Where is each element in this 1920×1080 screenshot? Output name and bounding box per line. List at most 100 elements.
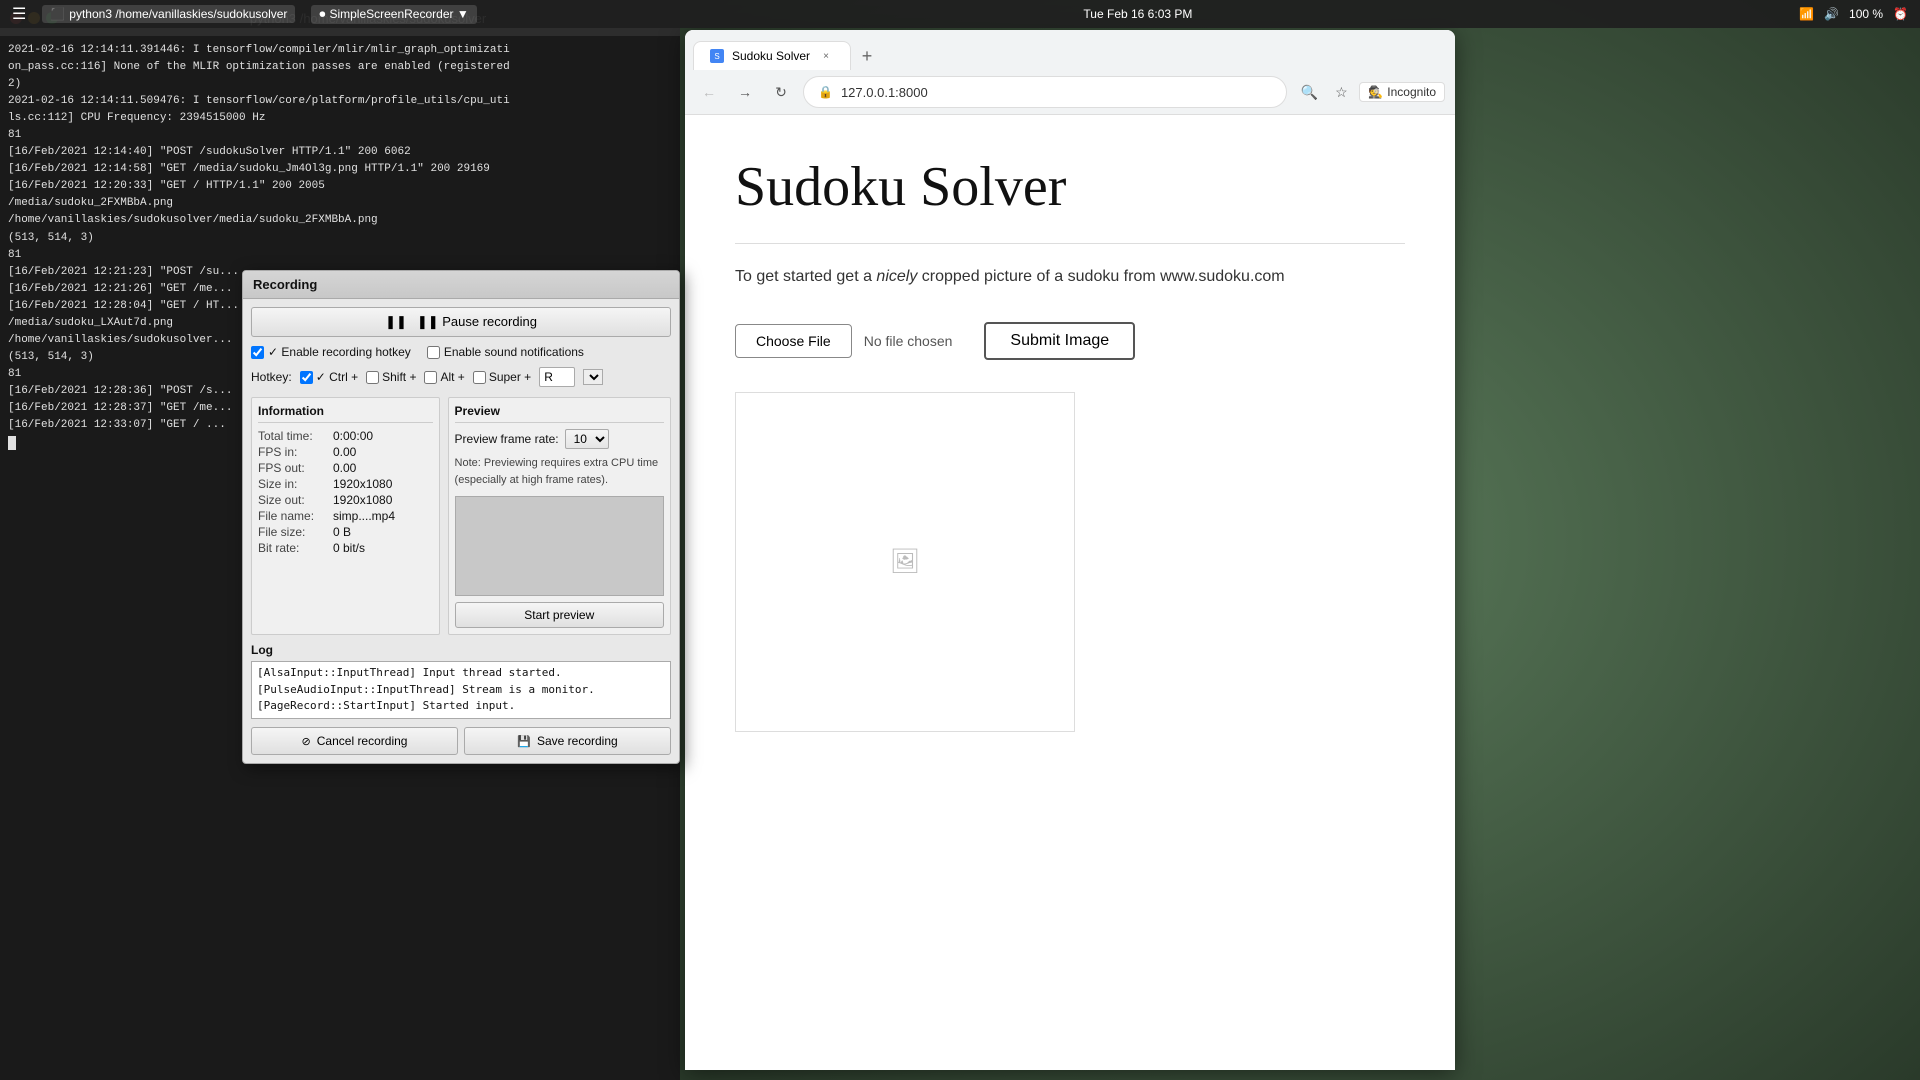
ssr-information-title: Information xyxy=(258,404,433,423)
preview-note: Note: Previewing requires extra CPU time… xyxy=(455,455,664,488)
file-size-label: File size: xyxy=(258,525,333,539)
hotkey-label: Hotkey: xyxy=(251,370,292,384)
total-time-value: 0:00:00 xyxy=(333,429,373,443)
submit-image-button[interactable]: Submit Image xyxy=(984,322,1135,360)
alt-checkbox[interactable] xyxy=(424,371,437,384)
browser-toolbar: ← → ↻ 🔒 127.0.0.1:8000 🔍 ☆ 🕵 Incognito xyxy=(685,70,1455,114)
pause-recording-button[interactable]: ❚❚ ❚❚ Pause recording xyxy=(251,307,671,337)
image-preview-box: 🖼 xyxy=(735,392,1075,732)
taskbar-app-terminal[interactable]: ⬛ python3 /home/vanillaskies/sudokusolve… xyxy=(42,5,295,23)
image-broken-icon: 🖼 xyxy=(890,547,920,576)
shift-label: Shift + xyxy=(382,370,416,384)
size-in-label: Size in: xyxy=(258,477,333,491)
save-label: Save recording xyxy=(537,734,618,748)
shift-option[interactable]: Shift + xyxy=(366,370,416,384)
ssr-log-title: Log xyxy=(251,643,671,657)
taskbar-ssr-label: SimpleScreenRecorder ▼ xyxy=(329,7,468,21)
fps-in-value: 0.00 xyxy=(333,445,356,459)
desc-after: cropped picture of a sudoku from www.sud… xyxy=(917,268,1284,285)
ssr-dialog: Recording ❚❚ ❚❚ Pause recording ✓ Enable… xyxy=(242,270,680,764)
enable-hotkey-checkbox[interactable] xyxy=(251,346,264,359)
shift-checkbox[interactable] xyxy=(366,371,379,384)
no-file-label: No file chosen xyxy=(864,333,953,349)
hotkey-dropdown[interactable]: R xyxy=(583,369,603,385)
file-size-value: 0 B xyxy=(333,525,351,539)
reload-button[interactable]: ↻ xyxy=(767,78,795,106)
fps-in-label: FPS in: xyxy=(258,445,333,459)
ssr-information-section: Information Total time: 0:00:00 FPS in: … xyxy=(251,397,440,635)
alt-option[interactable]: Alt + xyxy=(424,370,464,384)
ssr-titlebar: Recording xyxy=(243,271,679,299)
browser-window: S Sudoku Solver × + ← → ↻ 🔒 127.0.0.1:80… xyxy=(685,30,1455,1070)
forward-button[interactable]: → xyxy=(731,78,759,106)
incognito-label: Incognito xyxy=(1387,85,1436,99)
terminal-line: /media/sudoku_2FXMBbA.png xyxy=(8,195,672,212)
terminal-line: (513, 514, 3) xyxy=(8,230,672,247)
size-out-label: Size out: xyxy=(258,493,333,507)
browser-chrome: S Sudoku Solver × + ← → ↻ 🔒 127.0.0.1:80… xyxy=(685,30,1455,115)
taskbar-datetime: Tue Feb 16 6:03 PM xyxy=(1083,7,1192,21)
taskbar-app-ssr[interactable]: ⏺ SimpleScreenRecorder ▼ xyxy=(311,5,476,24)
alt-label: Alt + xyxy=(440,370,464,384)
cancel-recording-button[interactable]: ⊘ Cancel recording xyxy=(251,727,458,755)
ctrl-checkbox[interactable] xyxy=(300,371,313,384)
log-line-2: [PulseAudioInput::InputThread] Stream is… xyxy=(257,682,665,699)
save-recording-button[interactable]: 💾 Save recording xyxy=(464,727,671,755)
terminal-cursor xyxy=(8,436,16,450)
choose-file-button[interactable]: Choose File xyxy=(735,324,852,358)
cancel-icon: ⊘ xyxy=(302,735,311,748)
browser-content: Sudoku Solver To get started get a nicel… xyxy=(685,115,1455,1070)
incognito-icon: 🕵 xyxy=(1368,85,1383,99)
size-out-value: 1920x1080 xyxy=(333,493,392,507)
bookmark-button[interactable]: ☆ xyxy=(1327,78,1355,106)
taskbar-menu-icon[interactable]: ☰ xyxy=(12,4,26,24)
tab-close-button[interactable]: × xyxy=(818,48,834,64)
page-title: Sudoku Solver xyxy=(735,155,1405,219)
ctrl-option[interactable]: ✓ Ctrl + xyxy=(300,370,358,384)
fps-out-value: 0.00 xyxy=(333,461,356,475)
info-size-in: Size in: 1920x1080 xyxy=(258,477,433,491)
tab-label: Sudoku Solver xyxy=(732,49,810,63)
size-in-value: 1920x1080 xyxy=(333,477,392,491)
preview-rate-select[interactable]: 10 xyxy=(565,429,609,449)
terminal-line: on_pass.cc:116] None of the MLIR optimiz… xyxy=(8,59,672,76)
start-preview-button[interactable]: Start preview xyxy=(455,602,664,628)
enable-sound-checkbox[interactable] xyxy=(427,346,440,359)
taskbar: ☰ ⬛ python3 /home/vanillaskies/sudokusol… xyxy=(0,0,1920,28)
file-name-value: simp....mp4 xyxy=(333,509,395,523)
preview-area xyxy=(455,496,664,596)
super-option[interactable]: Super + xyxy=(473,370,531,384)
ssr-preview-section: Preview Preview frame rate: 10 Note: Pre… xyxy=(448,397,671,635)
bit-rate-label: Bit rate: xyxy=(258,541,333,555)
taskbar-left: ☰ ⬛ python3 /home/vanillaskies/sudokusol… xyxy=(12,4,477,24)
terminal-line: 81 xyxy=(8,127,672,144)
taskbar-right: 📶 🔊 100 % ⏰ xyxy=(1799,7,1908,21)
ssr-preview-title: Preview xyxy=(455,404,664,423)
taskbar-center: Tue Feb 16 6:03 PM xyxy=(477,7,1799,21)
info-file-name: File name: simp....mp4 xyxy=(258,509,433,523)
terminal-line: ls.cc:112] CPU Frequency: 2394515000 Hz xyxy=(8,110,672,127)
taskbar-terminal-label: python3 /home/vanillaskies/sudokusolver xyxy=(69,7,287,21)
hotkey-key-input[interactable] xyxy=(539,367,575,387)
terminal-line: 2) xyxy=(8,76,672,93)
enable-sound-option[interactable]: Enable sound notifications xyxy=(427,345,584,359)
ssr-log-content[interactable]: [AlsaInput::InputThread] Input thread st… xyxy=(251,661,671,719)
terminal-line: 2021-02-16 12:14:11.391446: I tensorflow… xyxy=(8,42,672,59)
log-line-4: [PulseAudioInput::InputThread] Input thr… xyxy=(257,715,665,720)
security-icon: 🔒 xyxy=(818,85,833,99)
address-bar[interactable]: 🔒 127.0.0.1:8000 xyxy=(803,76,1287,108)
ssr-sections: Information Total time: 0:00:00 FPS in: … xyxy=(251,397,671,635)
ssr-title: Recording xyxy=(253,277,317,292)
taskbar-network-icon: 📶 xyxy=(1799,7,1814,21)
terminal-line: 81 xyxy=(8,247,672,264)
enable-hotkey-option[interactable]: ✓ Enable recording hotkey xyxy=(251,345,411,359)
super-checkbox[interactable] xyxy=(473,371,486,384)
ssr-options: ✓ Enable recording hotkey Enable sound n… xyxy=(251,345,671,359)
browser-tab-active[interactable]: S Sudoku Solver × xyxy=(693,41,851,70)
terminal-line: [16/Feb/2021 12:14:58] "GET /media/sudok… xyxy=(8,161,672,178)
pause-label: ❚❚ Pause recording xyxy=(417,314,537,330)
back-button[interactable]: ← xyxy=(695,78,723,106)
bit-rate-value: 0 bit/s xyxy=(333,541,365,555)
new-tab-button[interactable]: + xyxy=(853,42,881,70)
search-button[interactable]: 🔍 xyxy=(1295,78,1323,106)
